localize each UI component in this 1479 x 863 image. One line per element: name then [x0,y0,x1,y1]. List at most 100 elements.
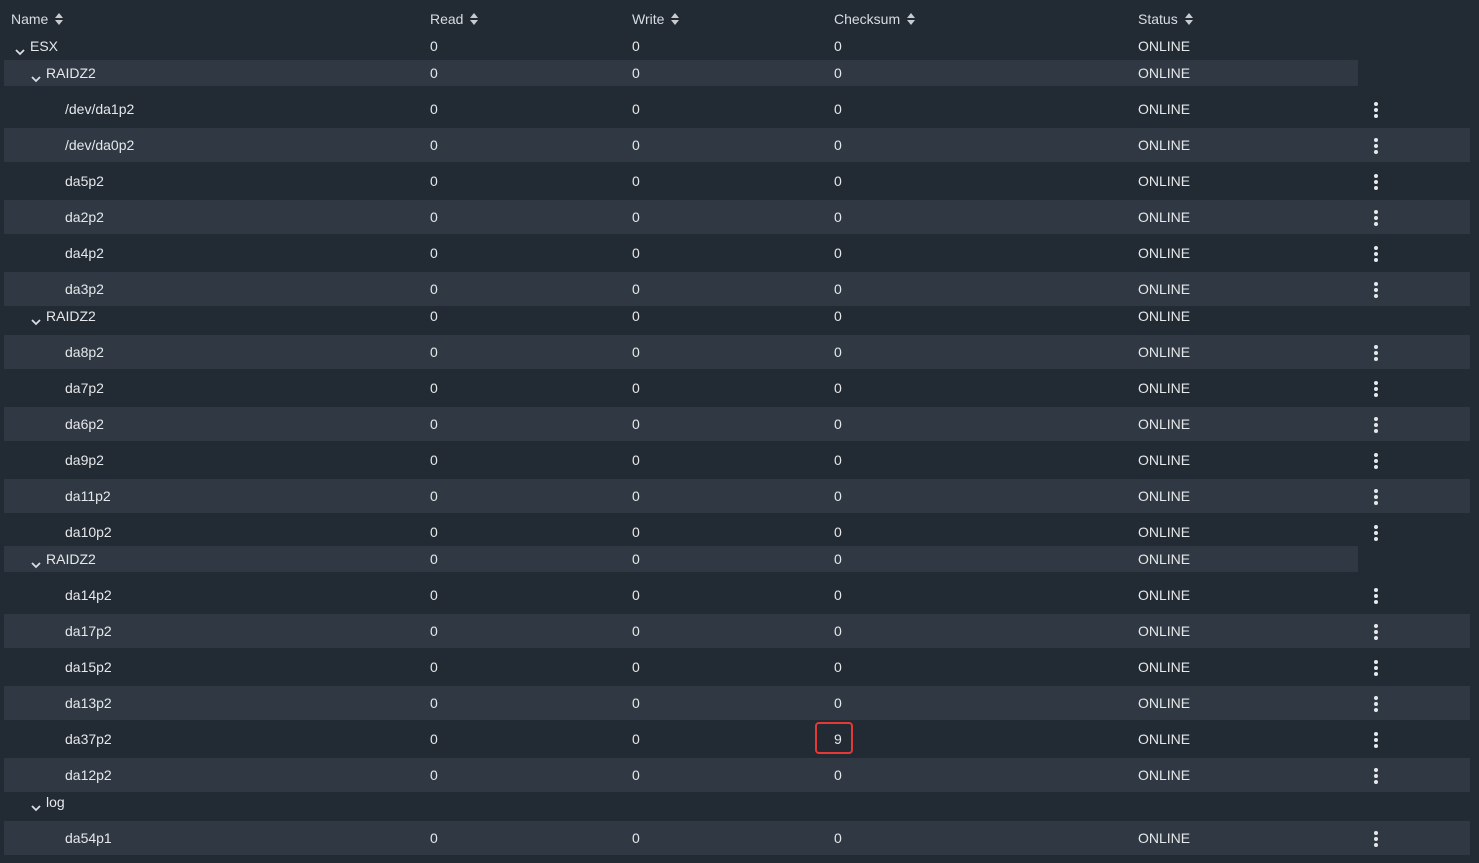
more-options-icon[interactable] [1366,170,1386,190]
device-name: da6p2 [65,416,104,432]
device-name: RAIDZ2 [46,65,96,81]
table-row[interactable]: da54p1 0 0 0 ONLINE [4,821,1470,855]
device-name: da10p2 [65,524,112,540]
write-count: 0 [632,137,640,153]
table-row[interactable]: /dev/da0p2 0 0 0 ONLINE [4,128,1470,162]
name-cell: log [4,789,65,815]
read-count: 0 [430,659,438,675]
table-row[interactable]: da8p2 0 0 0 ONLINE [4,335,1470,369]
vdev-row[interactable]: RAIDZ2 0 0 0 ONLINE [4,546,1358,572]
more-options-icon[interactable] [1366,134,1386,154]
more-options-icon[interactable] [1366,278,1386,298]
read-count: 0 [430,416,438,432]
more-options-icon[interactable] [1366,827,1386,847]
read-count: 0 [430,623,438,639]
more-options-icon[interactable] [1366,377,1386,397]
sort-icon [907,13,916,25]
table-row[interactable]: da15p2 0 0 0 ONLINE [4,650,1470,684]
table-row[interactable]: da9p2 0 0 0 ONLINE [4,443,1470,477]
table-row[interactable]: da5p2 0 0 0 ONLINE [4,164,1470,198]
vdev-row[interactable]: RAIDZ2 0 0 0 ONLINE [4,60,1358,86]
table-row[interactable]: /dev/da1p2 0 0 0 ONLINE [4,92,1470,126]
table-row[interactable]: da17p2 0 0 0 ONLINE [4,614,1470,648]
more-options-icon[interactable] [1366,764,1386,784]
write-count: 0 [632,659,640,675]
table-row[interactable]: da4p2 0 0 0 ONLINE [4,236,1470,270]
column-header-write-label: Write [632,11,665,27]
status-text: ONLINE [1138,731,1191,747]
more-options-icon[interactable] [1366,485,1386,505]
more-options-icon[interactable] [1366,656,1386,676]
checksum-count: 0 [834,281,842,297]
name-cell: da10p2 [4,515,112,549]
write-count: 0 [632,830,640,846]
more-options-icon[interactable] [1366,413,1386,433]
name-cell: da54p1 [4,821,112,855]
status-text: ONLINE [1138,101,1191,117]
more-options-icon[interactable] [1366,242,1386,262]
table-row[interactable]: da37p2 0 0 9 ONLINE [4,722,1470,756]
status-text: ONLINE [1138,551,1191,567]
more-options-icon[interactable] [1366,620,1386,640]
status-text: ONLINE [1138,524,1191,540]
more-options-icon[interactable] [1366,449,1386,469]
chevron-down-icon[interactable] [30,553,42,569]
name-cell: da7p2 [4,371,104,405]
device-name: da15p2 [65,659,112,675]
write-count: 0 [632,524,640,540]
name-cell: da12p2 [4,758,112,792]
read-count: 0 [430,137,438,153]
status-text: ONLINE [1138,38,1191,54]
read-count: 0 [430,281,438,297]
column-header-read[interactable]: Read [430,11,479,27]
more-options-icon[interactable] [1366,341,1386,361]
device-name: da54p1 [65,830,112,846]
column-header-write[interactable]: Write [632,11,680,27]
name-cell: da15p2 [4,650,112,684]
device-name: da7p2 [65,380,104,396]
checksum-count: 0 [834,308,842,324]
table-row[interactable]: da7p2 0 0 0 ONLINE [4,371,1470,405]
more-options-icon[interactable] [1366,98,1386,118]
table-row[interactable]: da14p2 0 0 0 ONLINE [4,578,1470,612]
more-options-icon[interactable] [1366,206,1386,226]
table-row[interactable]: da6p2 0 0 0 ONLINE [4,407,1470,441]
column-header-status[interactable]: Status [1138,11,1194,27]
status-text: ONLINE [1138,209,1191,225]
status-text: ONLINE [1138,587,1191,603]
table-row[interactable]: da10p2 0 0 0 ONLINE [4,515,1470,549]
more-options-icon[interactable] [1366,728,1386,748]
name-cell: da8p2 [4,335,104,369]
device-name: da13p2 [65,695,112,711]
table-row[interactable]: da2p2 0 0 0 ONLINE [4,200,1470,234]
checksum-count: 0 [834,65,842,81]
column-header-name[interactable]: Name [11,11,64,27]
more-options-icon[interactable] [1366,584,1386,604]
name-cell: RAIDZ2 [4,303,96,329]
column-header-checksum[interactable]: Checksum [834,11,916,27]
more-options-icon[interactable] [1366,692,1386,712]
table-row[interactable]: da12p2 0 0 0 ONLINE [4,758,1470,792]
table-row[interactable]: da11p2 0 0 0 ONLINE [4,479,1470,513]
name-cell: RAIDZ2 [4,546,96,572]
write-count: 0 [632,380,640,396]
status-text: ONLINE [1138,173,1191,189]
chevron-down-icon[interactable] [14,40,26,56]
read-count: 0 [430,245,438,261]
write-count: 0 [632,551,640,567]
table-row[interactable]: da3p2 0 0 0 ONLINE [4,272,1470,306]
device-name: da37p2 [65,731,112,747]
name-cell: da6p2 [4,407,104,441]
more-options-icon[interactable] [1366,521,1386,541]
write-count: 0 [632,623,640,639]
chevron-down-icon[interactable] [30,67,42,83]
device-name: da9p2 [65,452,104,468]
name-cell: da3p2 [4,272,104,306]
pool-status-table: Name Read Write Checksum Status ESX 0 0 0 ON… [0,0,1479,863]
chevron-down-icon[interactable] [30,310,42,326]
read-count: 0 [430,551,438,567]
chevron-down-icon[interactable] [30,796,42,812]
table-row[interactable]: da13p2 0 0 0 ONLINE [4,686,1470,720]
name-cell: da9p2 [4,443,104,477]
name-cell: da13p2 [4,686,112,720]
